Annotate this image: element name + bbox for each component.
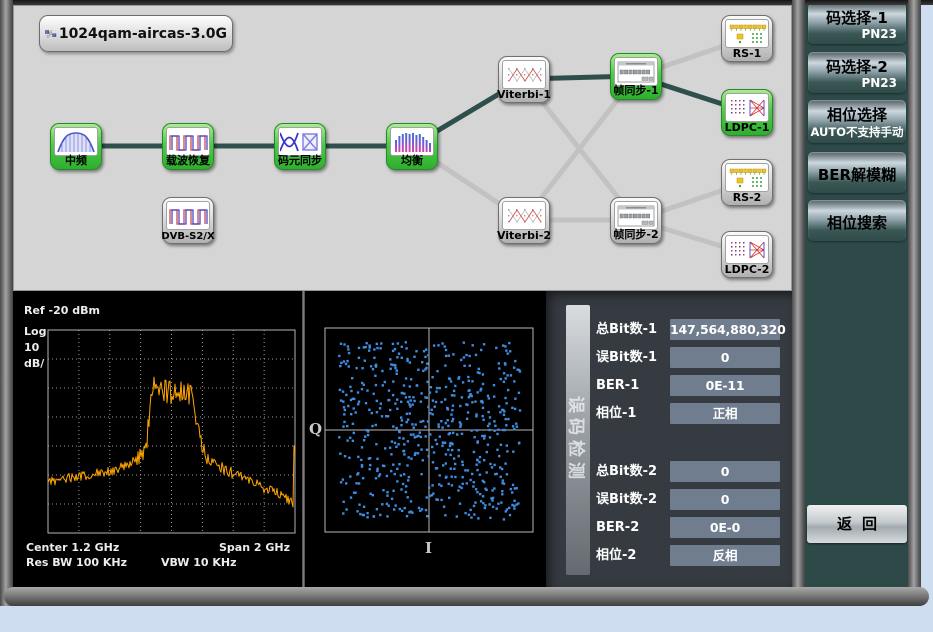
ber-status-panel: 误码检测 总Bit数-1 147,564,880,320 误Bit数-1 0 B…	[546, 291, 792, 587]
flow-node-rs-1[interactable]: RS-1	[721, 15, 773, 62]
flow-node-label: 均衡	[379, 152, 445, 168]
spectrum-ref-label: Ref -20 dBm	[24, 304, 100, 317]
spectrum-vbw-label: VBW 10 KHz	[161, 556, 237, 569]
stat-label: 相位-1	[596, 403, 670, 424]
trellis-icon	[502, 201, 546, 230]
flow-diagram-panel: 1024qam-aircas-3.0G 中频 载波恢复 码元同步	[13, 5, 792, 291]
spectrum-span-label: Span 2 GHz	[219, 541, 290, 554]
stat-label: 相位-2	[596, 545, 670, 566]
stat-value-total-bits-2: 0	[670, 461, 780, 482]
window-right-edge	[908, 0, 921, 606]
button-label: 相位搜索	[808, 212, 906, 233]
flow-node-label: LDPC-1	[714, 121, 780, 134]
ldpc-graph-icon	[725, 93, 769, 122]
flow-node-label: LDPC-2	[714, 263, 780, 276]
flow-node-dvb-s2x[interactable]: DVB-S2/X	[162, 197, 214, 244]
stat-value-phase-2: 反相	[670, 545, 780, 566]
flow-node-framesync-2[interactable]: 帧同步-2	[610, 197, 662, 244]
sidebar-button-code-select-1[interactable]: 码选择-1 PN23	[808, 3, 906, 44]
i-axis-label: I	[425, 539, 432, 557]
button-label: BER解模糊	[808, 164, 906, 185]
sidebar-button-phase-select[interactable]: 相位选择 AUTO不支持手动	[808, 100, 906, 143]
flow-node-label: Viterbi-1	[491, 88, 557, 101]
spectrum-rbw-label: Res BW 100 KHz	[26, 556, 127, 569]
sidebar-button-code-select-2[interactable]: 码选择-2 PN23	[808, 52, 906, 93]
sidebar-button-ber-deambiguity[interactable]: BER解模糊	[808, 152, 906, 193]
button-label: 码选择-1	[808, 7, 906, 28]
flow-node-viterbi-2[interactable]: Viterbi-2	[498, 197, 550, 244]
button-sublabel: AUTO不支持手动	[808, 124, 906, 140]
trellis-icon	[502, 60, 546, 89]
flow-node-label: 中频	[43, 152, 109, 168]
stat-value-total-bits-1: 147,564,880,320	[670, 319, 780, 340]
signal-title-button[interactable]: 1024qam-aircas-3.0G	[39, 15, 233, 52]
flow-node-label: 载波恢复	[155, 152, 221, 168]
window-left-edge	[0, 0, 13, 606]
spectrum-scale-log: Log	[24, 325, 46, 338]
window-middle-edge	[792, 0, 805, 606]
rs-coder-icon	[725, 163, 769, 192]
flow-node-framesync-1[interactable]: 帧同步-1	[610, 53, 662, 100]
stat-label: BER-1	[596, 375, 670, 396]
flow-node-label: 帧同步-1	[603, 82, 669, 98]
flow-node-label: Viterbi-2	[491, 229, 557, 242]
flow-node-carrier-recovery[interactable]: 载波恢复	[162, 123, 214, 170]
stat-value-ber-1: 0E-11	[670, 375, 780, 396]
ber-side-label: 误码检测	[566, 396, 591, 484]
flow-node-viterbi-1[interactable]: Viterbi-1	[498, 56, 550, 103]
flow-node-label: 码元同步	[267, 152, 333, 168]
spectrum-scale-db: dB/	[24, 357, 44, 370]
flow-node-label: RS-1	[714, 47, 780, 60]
spectrum-center-label: Center 1.2 GHz	[26, 541, 119, 554]
stat-value-ber-2: 0E-0	[670, 517, 780, 538]
flow-node-rs-2[interactable]: RS-2	[721, 159, 773, 206]
sidebar: 码选择-1 PN23 码选择-2 PN23 相位选择 AUTO不支持手动 BER…	[805, 0, 909, 587]
stat-label: BER-2	[596, 517, 670, 538]
signal-title: 1024qam-aircas-3.0G	[59, 26, 227, 42]
button-label: 码选择-2	[808, 56, 906, 77]
flow-node-label: DVB-S2/X	[155, 231, 221, 242]
button-sublabel: PN23	[861, 76, 897, 90]
flow-node-label: RS-2	[714, 191, 780, 204]
stat-label: 误Bit数-1	[596, 347, 670, 368]
flow-node-equalizer[interactable]: 均衡	[386, 123, 438, 170]
ldpc-graph-icon	[725, 235, 769, 264]
stat-label: 误Bit数-2	[596, 489, 670, 510]
stat-value-phase-1: 正相	[670, 403, 780, 424]
square-wave-icon	[166, 201, 210, 230]
window-bottom-edge	[4, 587, 929, 606]
satellite-icon	[45, 20, 57, 48]
button-label: 相位选择	[808, 104, 906, 125]
button-sublabel: PN23	[861, 27, 897, 41]
constellation-display: Q I	[305, 291, 546, 587]
q-axis-label: Q	[309, 420, 322, 438]
flow-node-if[interactable]: 中频	[50, 123, 102, 170]
sidebar-button-phase-search[interactable]: 相位搜索	[808, 200, 906, 241]
stat-value-error-bits-1: 0	[670, 347, 780, 368]
rs-coder-icon	[725, 19, 769, 48]
ber-side-bar: 误码检测	[566, 305, 590, 575]
flow-node-symbol-sync[interactable]: 码元同步	[274, 123, 326, 170]
flow-node-ldpc-2[interactable]: LDPC-2	[721, 231, 773, 278]
flow-node-ldpc-1[interactable]: LDPC-1	[721, 89, 773, 136]
stat-label: 总Bit数-2	[596, 461, 670, 482]
spectrum-display: Ref -20 dBm Log 10 dB/ Center 1.2 GHz Sp…	[13, 291, 302, 587]
flow-node-label: 帧同步-2	[603, 226, 669, 242]
stat-label: 总Bit数-1	[596, 319, 670, 340]
back-button[interactable]: 返回	[807, 505, 907, 543]
app-window: 1024qam-aircas-3.0G 中频 载波恢复 码元同步	[0, 0, 933, 632]
spectrum-scale-10: 10	[24, 341, 39, 354]
stat-value-error-bits-2: 0	[670, 489, 780, 510]
